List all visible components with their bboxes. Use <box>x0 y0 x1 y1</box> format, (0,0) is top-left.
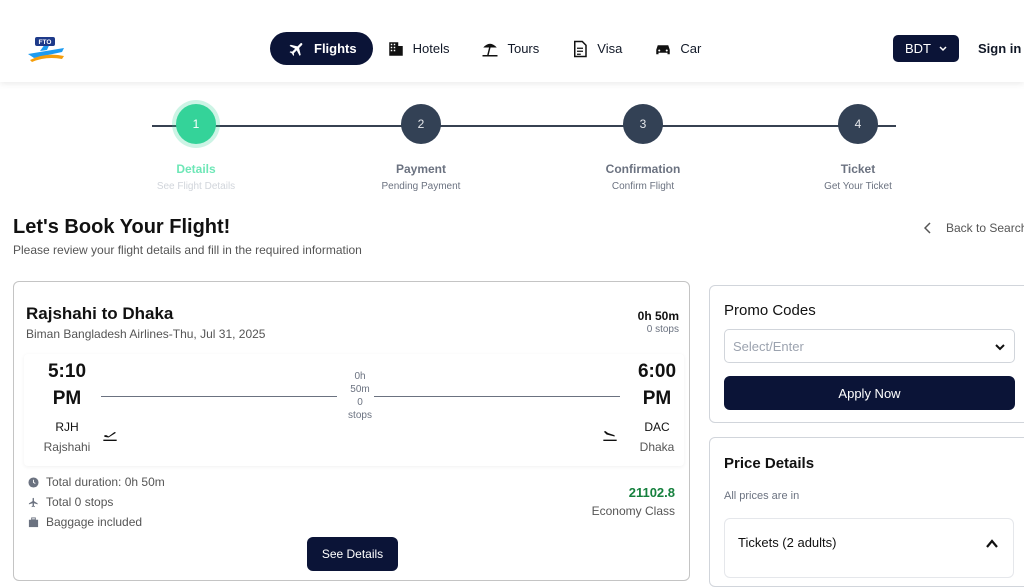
arrive-time-ampm: PM <box>642 388 672 409</box>
total-duration: Total duration: 0h 50m <box>28 475 165 489</box>
arrive-code: DAC <box>644 420 670 434</box>
baggage-info: Baggage included <box>28 515 142 529</box>
page-title: Let's Book Your Flight! <box>13 216 231 238</box>
price-note: All prices are in <box>724 490 800 502</box>
depart-time-ampm: PM <box>52 388 82 409</box>
chevron-left-icon <box>924 222 931 234</box>
sign-in-link[interactable]: Sign in <box>978 41 1021 56</box>
logo-text: FTO <box>39 39 52 46</box>
flight-class: Economy Class <box>591 504 675 518</box>
step-number: 4 <box>838 104 878 144</box>
nav-visa-label: Visa <box>597 41 623 56</box>
arrive-time: 6:00 PM <box>622 358 692 412</box>
arrive-time-value: 6:00 <box>637 361 677 382</box>
nav-tours-label: Tours <box>507 41 540 56</box>
chevron-up-icon <box>986 539 998 548</box>
price-details-card: Price Details All prices are in Tickets … <box>709 437 1024 587</box>
step-subtitle: Pending Payment <box>381 181 461 192</box>
apply-now-button[interactable]: Apply Now <box>724 376 1015 410</box>
main-nav: Flights Hotels Tours Visa Car <box>270 32 719 65</box>
route-line-left <box>101 396 337 397</box>
nav-visa[interactable]: Visa <box>557 32 640 65</box>
tickets-accordion[interactable]: Tickets (2 adults) <box>724 518 1014 578</box>
logo-icon[interactable]: FTO <box>26 34 66 64</box>
baggage-icon <box>28 516 39 527</box>
step-title: Ticket <box>840 162 876 176</box>
car-icon <box>656 44 671 54</box>
step-subtitle: Confirm Flight <box>611 181 675 192</box>
plane-small-icon <box>28 497 38 507</box>
currency-label: BDT <box>905 41 931 56</box>
chevron-down-icon <box>939 45 947 51</box>
chevron-down-icon <box>995 344 1005 351</box>
step-details[interactable]: 1 Details See Flight Details <box>116 104 276 192</box>
nav-flights-label: Flights <box>314 41 357 56</box>
flight-stops: 0 stops <box>646 324 679 335</box>
route-line-right <box>374 396 620 397</box>
back-to-search-link[interactable]: Back to Search <box>924 221 1024 235</box>
price-details-title: Price Details <box>724 455 815 472</box>
promo-code-select[interactable]: Select/Enter <box>724 329 1015 363</box>
tickets-label: Tickets (2 adults) <box>738 535 837 550</box>
beach-umbrella-icon <box>482 43 498 56</box>
see-details-button[interactable]: See Details <box>307 537 398 571</box>
nav-car[interactable]: Car <box>640 32 719 65</box>
promo-title: Promo Codes <box>724 302 816 319</box>
landing-icon <box>603 431 617 441</box>
step-subtitle: See Flight Details <box>156 181 236 192</box>
nav-hotels[interactable]: Hotels <box>373 32 468 65</box>
step-title: Details <box>176 162 216 176</box>
step-number: 1 <box>176 104 216 144</box>
total-duration-text: Total duration: 0h 50m <box>46 475 165 489</box>
back-to-search-label: Back to Search <box>946 221 1024 235</box>
mid-stops-label: stops <box>348 410 372 421</box>
mid-hours: 0h <box>354 371 366 382</box>
top-header: FTO Flights Hotels Tours Visa Car BDT Si… <box>0 0 1024 82</box>
flight-card: Rajshahi to Dhaka Biman Bangladesh Airli… <box>13 281 690 581</box>
step-subtitle: Get Your Ticket <box>824 181 892 192</box>
promo-card: Promo Codes Select/Enter Apply Now <box>709 285 1024 423</box>
nav-car-label: Car <box>680 41 702 56</box>
promo-placeholder: Select/Enter <box>733 338 804 354</box>
arrive-city: Dhaka <box>639 440 675 454</box>
building-icon <box>388 41 403 56</box>
mid-route-info: 0h 50m 0 stops <box>342 370 378 422</box>
depart-code: RJH <box>55 420 79 434</box>
total-stops: Total 0 stops <box>28 495 113 509</box>
flight-duration: 0h 50m <box>637 309 679 323</box>
page-subtitle: Please review your flight details and fi… <box>13 243 362 257</box>
mid-minutes: 50m <box>350 384 370 395</box>
step-title: Payment <box>395 162 447 176</box>
nav-tours[interactable]: Tours <box>467 32 557 65</box>
step-number: 3 <box>623 104 663 144</box>
plane-icon <box>289 42 303 56</box>
step-ticket[interactable]: 4 Ticket Get Your Ticket <box>778 104 938 192</box>
takeoff-icon <box>103 432 117 441</box>
step-number: 2 <box>401 104 441 144</box>
depart-time-value: 5:10 <box>47 361 87 382</box>
step-title: Confirmation <box>605 162 681 176</box>
flight-segment: 5:10 PM RJH Rajshahi 0h 50m 0 stops 6:00… <box>24 354 684 466</box>
depart-time: 5:10 PM <box>32 358 102 412</box>
flight-route: Rajshahi to Dhaka <box>26 304 174 323</box>
nav-flights[interactable]: Flights <box>270 32 373 65</box>
step-payment[interactable]: 2 Payment Pending Payment <box>341 104 501 192</box>
nav-hotels-label: Hotels <box>412 41 450 56</box>
flight-price: 21102.8 <box>628 485 675 500</box>
depart-city: Rajshahi <box>43 440 91 454</box>
currency-selector[interactable]: BDT <box>893 35 959 62</box>
step-confirmation[interactable]: 3 Confirmation Confirm Flight <box>563 104 723 192</box>
document-icon <box>574 40 588 57</box>
total-stops-text: Total 0 stops <box>46 495 114 509</box>
mid-stops-count: 0 <box>357 397 363 408</box>
flight-airline-date: Biman Bangladesh Airlines-Thu, Jul 31, 2… <box>26 327 266 341</box>
clock-icon <box>28 476 39 488</box>
baggage-text: Baggage included <box>46 515 143 529</box>
